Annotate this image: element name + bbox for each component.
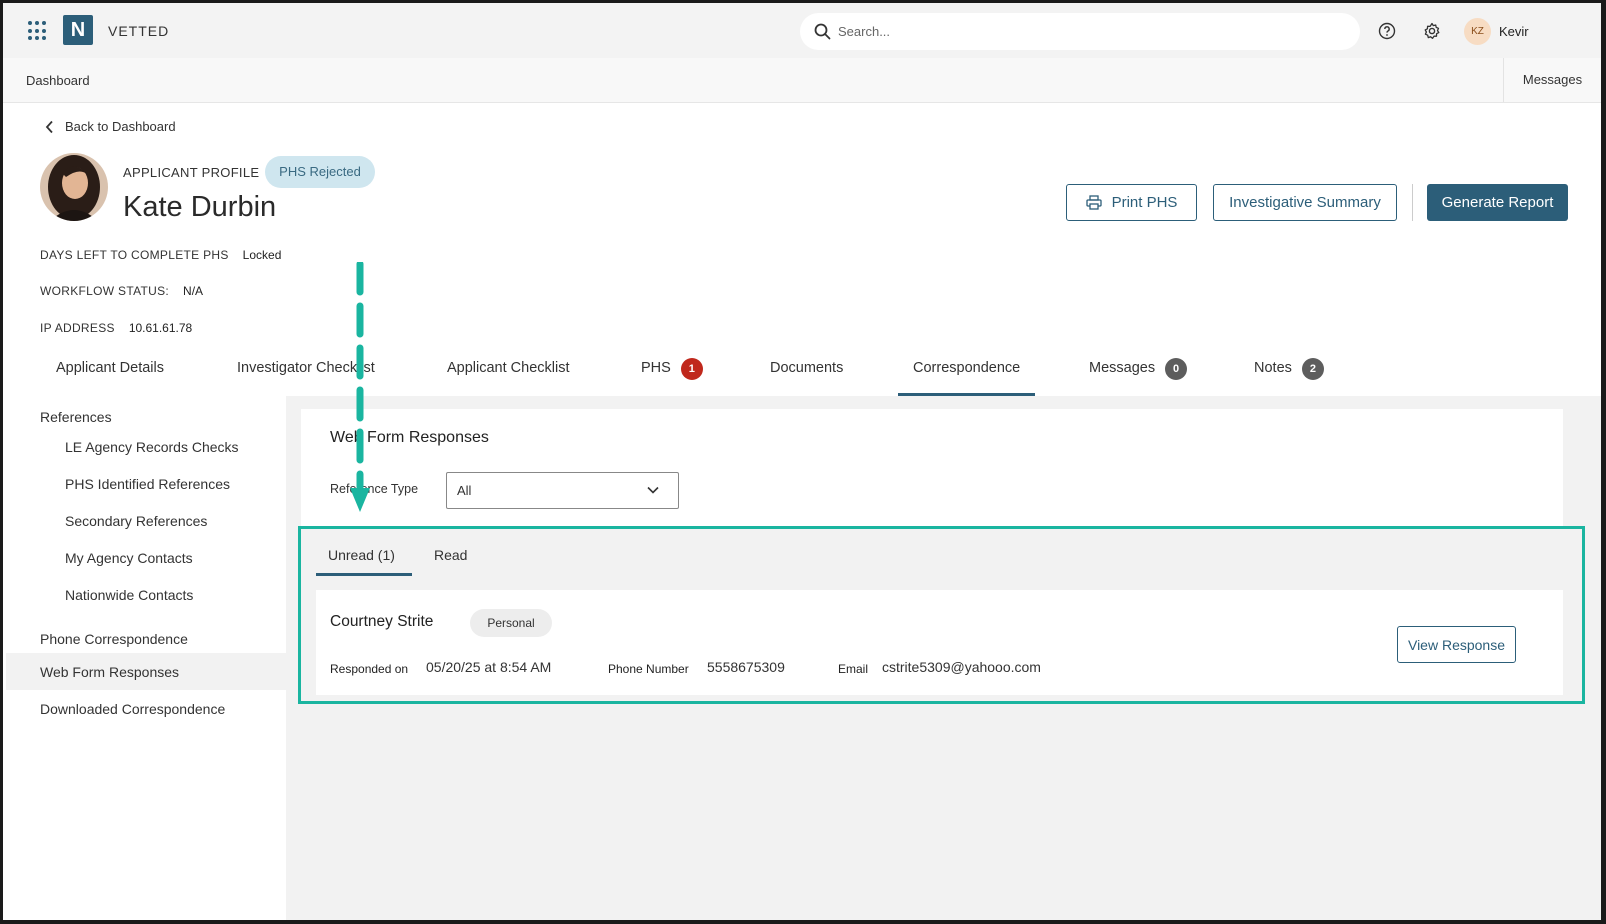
- brand-name: VETTED: [108, 23, 170, 39]
- days-left-value: Locked: [242, 248, 282, 262]
- tab-label: Applicant Checklist: [447, 360, 570, 376]
- days-left-label: DAYS LEFT TO COMPLETE PHS: [40, 248, 229, 262]
- tab-label: Notes: [1254, 360, 1292, 376]
- back-to-dashboard-link[interactable]: Back to Dashboard: [45, 119, 176, 134]
- tab-applicant-checklist[interactable]: Applicant Checklist: [447, 351, 570, 396]
- tab-label: Messages: [1089, 360, 1156, 376]
- workflow-status-row: WORKFLOW STATUS: N/A: [40, 284, 203, 298]
- workflow-status-value: N/A: [183, 284, 204, 298]
- phone-number-value: 5558675309: [707, 659, 785, 675]
- messages-link[interactable]: Messages: [1503, 58, 1601, 102]
- applicant-name: Kate Durbin: [123, 191, 277, 223]
- sidebar-item-phs-references[interactable]: PHS Identified References: [65, 476, 230, 492]
- back-label: Back to Dashboard: [65, 119, 176, 134]
- notes-count-badge: 2: [1301, 358, 1324, 380]
- generate-report-button[interactable]: Generate Report: [1427, 184, 1568, 221]
- responded-on-label: Responded on: [330, 662, 409, 676]
- tab-label: Investigator Checklist: [237, 360, 375, 376]
- help-icon[interactable]: [1378, 22, 1396, 40]
- tab-notes[interactable]: Notes 2: [1254, 351, 1324, 396]
- ip-address-label: IP ADDRESS: [40, 321, 115, 335]
- reference-type-select[interactable]: All: [446, 472, 679, 509]
- reference-type-badge: Personal: [470, 609, 552, 637]
- days-left-row: DAYS LEFT TO COMPLETE PHS Locked: [40, 248, 281, 262]
- ip-address-value: 10.61.61.78: [128, 321, 193, 335]
- printer-icon: [1085, 195, 1102, 210]
- app-logo[interactable]: N: [63, 15, 93, 45]
- active-subtab-indicator: [316, 573, 412, 576]
- sidebar-item-nationwide-contacts[interactable]: Nationwide Contacts: [65, 587, 193, 603]
- chevron-left-icon: [45, 120, 53, 133]
- sidebar-item-agency-contacts[interactable]: My Agency Contacts: [65, 550, 193, 566]
- search-icon: [814, 23, 831, 40]
- search-bar[interactable]: [800, 13, 1360, 50]
- app-window: N VETTED KZ Kevir Dashboard Messages: [3, 3, 1601, 920]
- user-avatar[interactable]: KZ: [1464, 18, 1491, 45]
- top-bar: N VETTED KZ Kevir: [3, 3, 1601, 58]
- messages-count-badge: 0: [1165, 358, 1188, 380]
- email-label: Email: [838, 662, 869, 676]
- applicant-profile-label: APPLICANT PROFILE: [123, 165, 260, 180]
- reference-type-label: Reference Type: [330, 482, 419, 496]
- sidebar-item-downloaded-correspondence[interactable]: Downloaded Correspondence: [40, 701, 225, 717]
- web-form-panel: [301, 409, 1563, 527]
- sidebar-heading-references[interactable]: References: [40, 409, 112, 425]
- header-divider: [1412, 184, 1413, 221]
- tab-read[interactable]: Read: [434, 547, 467, 563]
- panel-title: Web Form Responses: [330, 429, 489, 446]
- tab-investigator-checklist[interactable]: Investigator Checklist: [237, 351, 375, 396]
- sub-bar: Dashboard Messages: [3, 58, 1601, 103]
- tab-label: Applicant Details: [56, 360, 164, 376]
- gear-icon[interactable]: [1423, 22, 1441, 40]
- tab-applicant-details[interactable]: Applicant Details: [56, 351, 164, 396]
- chevron-down-icon: [647, 486, 659, 494]
- responded-on-value: 05/20/25 at 8:54 AM: [426, 659, 552, 675]
- reference-type-value: All: [457, 483, 472, 498]
- tab-correspondence[interactable]: Correspondence: [898, 351, 1036, 396]
- sidebar-item-secondary-references[interactable]: Secondary References: [65, 513, 207, 529]
- ip-address-row: IP ADDRESS 10.61.61.78: [40, 321, 192, 335]
- tab-unread[interactable]: Unread (1): [328, 547, 395, 563]
- tab-label: Documents: [770, 360, 844, 376]
- print-phs-label: Print PHS: [1111, 194, 1178, 211]
- print-phs-button[interactable]: Print PHS: [1066, 184, 1197, 221]
- view-response-button[interactable]: View Response: [1397, 626, 1516, 663]
- tab-documents[interactable]: Documents: [770, 351, 843, 396]
- tab-phs[interactable]: PHS 1: [641, 351, 703, 396]
- respondent-name: Courtney Strite: [330, 613, 434, 630]
- sidebar-item-le-agency[interactable]: LE Agency Records Checks: [65, 439, 239, 455]
- tab-label: PHS: [641, 360, 671, 376]
- tab-label: Correspondence: [913, 360, 1021, 376]
- search-input[interactable]: [838, 21, 1338, 42]
- response-card: [316, 590, 1563, 695]
- breadcrumb[interactable]: Dashboard: [26, 73, 90, 88]
- phone-number-label: Phone Number: [608, 662, 689, 676]
- investigative-summary-button[interactable]: Investigative Summary: [1213, 184, 1397, 221]
- tab-messages[interactable]: Messages 0: [1089, 351, 1188, 396]
- workflow-status-label: WORKFLOW STATUS:: [40, 284, 170, 298]
- status-badge: PHS Rejected: [265, 156, 375, 188]
- applicant-avatar: [40, 153, 108, 221]
- sidebar-item-phone-correspondence[interactable]: Phone Correspondence: [40, 631, 188, 647]
- email-value: cstrite5309@yahooo.com: [882, 659, 1041, 675]
- app-grid-icon[interactable]: [28, 21, 48, 41]
- phs-count-badge: 1: [680, 358, 703, 380]
- profile-tabs: Applicant Details Investigator Checklist…: [3, 351, 1601, 396]
- sidebar-item-web-form-responses[interactable]: Web Form Responses: [40, 664, 179, 680]
- user-name[interactable]: Kevir: [1499, 24, 1529, 39]
